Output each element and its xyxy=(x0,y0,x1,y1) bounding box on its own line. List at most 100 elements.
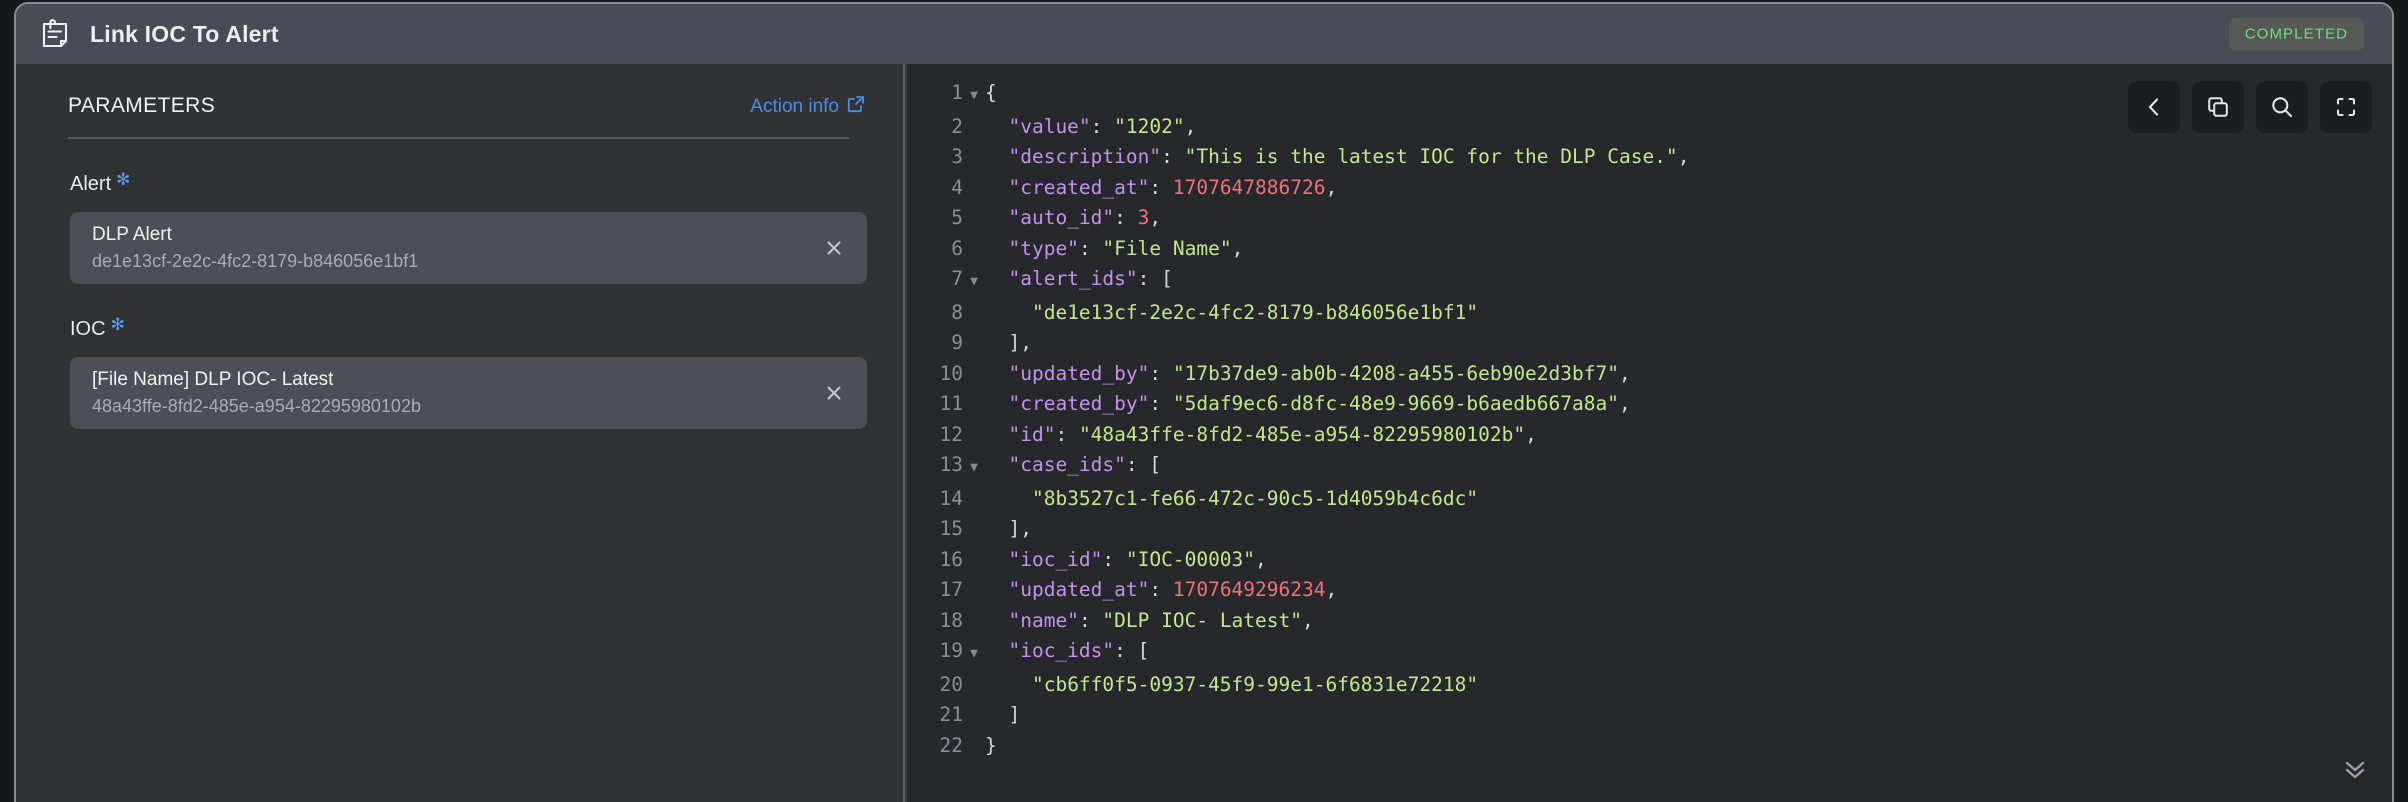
code-line: 19 ▼ "ioc_ids": [ xyxy=(907,636,2392,670)
title-bar: Link IOC To Alert COMPLETED xyxy=(16,4,2392,64)
code-line: 18 "name": "DLP IOC- Latest", xyxy=(907,606,2392,637)
code-line: 20 "cb6ff0f5-0937-45f9-99e1-6f6831e72218… xyxy=(907,670,2392,701)
code-line: 15 ], xyxy=(907,514,2392,545)
fold-triangle-icon[interactable]: ▼ xyxy=(963,267,985,298)
line-number: 14 xyxy=(939,486,963,510)
line-number: 5 xyxy=(951,206,963,229)
code-line-text: "alert_ids": [ xyxy=(1008,267,1173,290)
code-line-text: "description": "This is the latest IOC f… xyxy=(1008,145,1690,168)
code-line-text: { xyxy=(985,81,997,104)
line-number: 21 xyxy=(939,703,963,726)
code-line: 10 "updated_by": "17b37de9-ab0b-4208-a45… xyxy=(907,359,2392,390)
code-line-text: "created_by": "5daf9ec6-d8fc-48e9-9669-b… xyxy=(1008,392,1631,415)
parameters-divider xyxy=(68,137,849,139)
json-code-content[interactable]: 1 ▼{2 "value": "1202", 3 "description": "T… xyxy=(907,64,2392,761)
line-number: 13 xyxy=(939,453,963,476)
line-number: 11 xyxy=(939,392,963,415)
parameters-panel: PARAMETERS Action info Alert ✻ DLP Alert… xyxy=(16,64,905,802)
line-number: 20 xyxy=(939,672,963,696)
code-line: 17 "updated_at": 1707649296234, xyxy=(907,575,2392,606)
alert-chip-name: DLP Alert xyxy=(92,224,172,245)
line-number: 16 xyxy=(939,547,963,571)
code-line: 22} xyxy=(907,731,2392,762)
line-number: 2 xyxy=(951,114,963,138)
alert-chip-close-icon[interactable] xyxy=(817,231,851,265)
fold-triangle-icon[interactable]: ▼ xyxy=(963,639,985,670)
line-number: 17 xyxy=(939,578,963,601)
action-info-link[interactable]: Action info xyxy=(750,95,865,119)
fold-triangle-icon[interactable]: ▼ xyxy=(963,453,985,484)
status-badge: COMPLETED xyxy=(2228,17,2364,51)
code-line-text: ] xyxy=(985,703,1021,726)
code-line-text: "created_at": 1707647886726, xyxy=(1008,175,1338,199)
code-line-text: "8b3527c1-fe66-472c-90c5-1d4059b4c6dc" xyxy=(1031,486,1479,510)
code-line: 14 "8b3527c1-fe66-472c-90c5-1d4059b4c6dc… xyxy=(907,484,2392,515)
line-number: 9 xyxy=(951,331,963,354)
code-toolbar xyxy=(2128,81,2372,133)
line-number: 7 xyxy=(951,267,963,290)
search-button[interactable] xyxy=(2256,81,2308,133)
code-line-text: "cb6ff0f5-0937-45f9-99e1-6f6831e72218" xyxy=(1031,672,1479,696)
code-line-text: "type": "File Name", xyxy=(1008,236,1244,260)
page-title: Link IOC To Alert xyxy=(90,20,279,47)
action-detail-window: Link IOC To Alert COMPLETED PARAMETERS A… xyxy=(14,2,2394,802)
field-label-ioc: IOC ✻ xyxy=(70,315,867,341)
ioc-chip-close-icon[interactable] xyxy=(817,376,851,410)
line-number: 4 xyxy=(951,175,963,199)
code-line: 4 "created_at": 1707647886726, xyxy=(907,173,2392,204)
code-line: 8 "de1e13cf-2e2c-4fc2-8179-b846056e1bf1" xyxy=(907,298,2392,329)
line-number: 18 xyxy=(939,608,963,632)
code-line-text: "id": "48a43ffe-8fd2-485e-a954-822959801… xyxy=(1008,422,1537,446)
code-line-text: ], xyxy=(985,331,1032,354)
field-label-alert-text: Alert xyxy=(70,173,112,195)
code-line: 9 ], xyxy=(907,328,2392,359)
ioc-chip-texts: [File Name] DLP IOC- Latest 48a43ffe-8fd… xyxy=(92,369,421,417)
code-line-text: ], xyxy=(985,517,1032,540)
code-line: 6 "type": "File Name", xyxy=(907,234,2392,265)
clipboard-note-icon xyxy=(38,16,72,52)
code-line-text: "ioc_id": "IOC-00003", xyxy=(1008,547,1267,571)
code-line-text: "updated_by": "17b37de9-ab0b-4208-a455-6… xyxy=(1008,361,1631,385)
ioc-chip-id: 48a43ffe-8fd2-485e-a954-82295980102b xyxy=(92,396,421,416)
alert-value-chip[interactable]: DLP Alert de1e13cf-2e2c-4fc2-8179-b84605… xyxy=(70,212,867,284)
content-area: PARAMETERS Action info Alert ✻ DLP Alert… xyxy=(16,64,2392,802)
fullscreen-button[interactable] xyxy=(2320,81,2372,133)
code-line-text: "name": "DLP IOC- Latest", xyxy=(1008,608,1314,632)
fold-triangle-icon[interactable]: ▼ xyxy=(963,81,985,112)
double-chevron-down-icon[interactable] xyxy=(2340,757,2370,788)
code-line: 3 "description": "This is the latest IOC… xyxy=(907,142,2392,173)
parameters-section-title: PARAMETERS xyxy=(68,94,216,117)
code-line: 5 "auto_id": 3, xyxy=(907,203,2392,234)
copy-button[interactable] xyxy=(2192,81,2244,133)
action-info-label: Action info xyxy=(750,96,839,117)
line-number: 3 xyxy=(951,145,963,168)
ioc-chip-name: [File Name] DLP IOC- Latest xyxy=(92,369,334,390)
code-line-text: "auto_id": 3, xyxy=(1008,206,1162,229)
code-line: 13 ▼ "case_ids": [ xyxy=(907,450,2392,484)
line-number: 19 xyxy=(939,639,963,662)
collapse-left-button[interactable] xyxy=(2128,81,2180,133)
json-viewer-panel: 1 ▼{2 "value": "1202", 3 "description": "T… xyxy=(905,64,2392,802)
code-line: 11 "created_by": "5daf9ec6-d8fc-48e9-966… xyxy=(907,389,2392,420)
alert-chip-id: de1e13cf-2e2c-4fc2-8179-b846056e1bf1 xyxy=(92,251,419,271)
ioc-value-chip[interactable]: [File Name] DLP IOC- Latest 48a43ffe-8fd… xyxy=(70,357,867,429)
line-number: 1 xyxy=(951,81,963,104)
line-number: 6 xyxy=(951,236,963,260)
code-line-text: "updated_at": 1707649296234, xyxy=(1008,578,1338,601)
code-line-text: "case_ids": [ xyxy=(1008,453,1162,476)
code-line: 7 ▼ "alert_ids": [ xyxy=(907,264,2392,298)
field-label-ioc-text: IOC xyxy=(70,318,106,340)
line-number: 15 xyxy=(939,517,963,540)
external-link-icon xyxy=(847,95,865,119)
code-line-text: } xyxy=(985,733,997,757)
code-line-text: "de1e13cf-2e2c-4fc2-8179-b846056e1bf1" xyxy=(1031,300,1479,324)
field-label-alert: Alert ✻ xyxy=(70,170,867,196)
code-line-text: "ioc_ids": [ xyxy=(1008,639,1150,662)
line-number: 10 xyxy=(939,361,963,385)
line-number: 22 xyxy=(939,733,963,757)
line-number: 12 xyxy=(939,422,963,446)
code-line: 12 "id": "48a43ffe-8fd2-485e-a954-822959… xyxy=(907,420,2392,451)
alert-chip-texts: DLP Alert de1e13cf-2e2c-4fc2-8179-b84605… xyxy=(92,224,418,272)
required-asterisk-icon: ✻ xyxy=(110,315,125,334)
required-asterisk-icon: ✻ xyxy=(116,170,131,189)
